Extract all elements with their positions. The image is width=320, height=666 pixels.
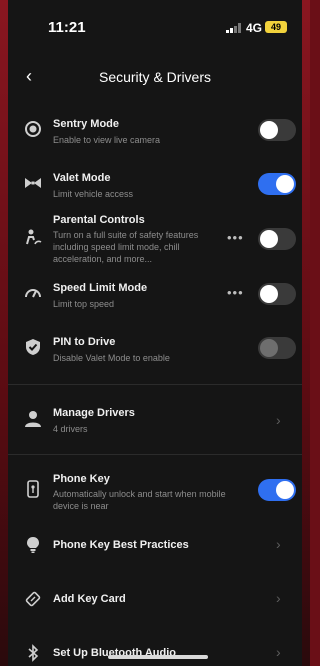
- link-phone-key-best-practices[interactable]: Phone Key Best Practices ›: [8, 534, 302, 558]
- setting-description: Disable Valet Mode to enable: [53, 353, 170, 363]
- network-label: 4G: [246, 21, 263, 35]
- setting-label: Parental Controls: [53, 214, 145, 226]
- link-bluetooth-audio[interactable]: Set Up Bluetooth Audio ›: [8, 642, 302, 666]
- speedometer-icon: [25, 289, 41, 298]
- shield-check-icon: [26, 339, 40, 355]
- key-card-icon: [25, 591, 41, 607]
- phone-key-toggle[interactable]: [258, 479, 296, 501]
- status-bar: 11:21 4G 49: [8, 0, 302, 50]
- valet-bowtie-icon: [25, 178, 41, 188]
- setting-description: Limit vehicle access: [53, 189, 134, 199]
- sentry-mode-toggle[interactable]: [258, 119, 296, 141]
- setting-valet-mode[interactable]: Valet Mode Limit vehicle access: [8, 170, 302, 206]
- setting-label: Speed Limit Mode: [53, 282, 148, 294]
- page-title: Security & Drivers: [98, 69, 212, 85]
- manage-drivers-row[interactable]: Manage Drivers 4 drivers ›: [8, 404, 302, 438]
- speed-limit-toggle[interactable]: [258, 283, 296, 305]
- divider: [8, 454, 302, 455]
- chevron-right-icon: ›: [276, 590, 281, 606]
- setting-parental-controls[interactable]: Parental Controls Turn on a full suite o…: [8, 212, 302, 270]
- setting-label: Phone Key: [53, 473, 110, 485]
- parental-icon: [26, 229, 42, 245]
- chevron-right-icon: ›: [276, 644, 281, 660]
- phone-key-icon: [27, 480, 39, 498]
- signal-icon: [226, 23, 241, 33]
- bluetooth-icon: [28, 644, 39, 662]
- link-label: Phone Key Best Practices: [53, 539, 189, 551]
- home-indicator: [108, 655, 208, 659]
- more-options-icon[interactable]: •••: [227, 285, 244, 300]
- setting-sentry-mode[interactable]: Sentry Mode Enable to view live camera: [8, 116, 302, 152]
- phone-screen: 11:21 4G 49 ‹ Security & Drivers Sentry …: [8, 0, 302, 666]
- setting-description: Enable to view live camera: [53, 135, 161, 145]
- pin-to-drive-toggle[interactable]: [258, 337, 296, 359]
- link-label: Add Key Card: [53, 593, 126, 605]
- more-options-icon[interactable]: •••: [227, 230, 244, 245]
- chevron-right-icon: ›: [276, 536, 281, 552]
- drivers-count: 4 drivers: [53, 424, 88, 434]
- setting-speed-limit[interactable]: Speed Limit Mode Limit top speed •••: [8, 280, 302, 316]
- setting-label: Manage Drivers: [53, 407, 135, 419]
- setting-label: PIN to Drive: [53, 336, 116, 348]
- setting-phone-key[interactable]: Phone Key Automatically unlock and start…: [8, 470, 302, 514]
- setting-label: Valet Mode: [53, 172, 111, 184]
- status-time: 11:21: [48, 19, 86, 36]
- battery-indicator: 49: [265, 21, 287, 33]
- link-add-key-card[interactable]: Add Key Card ›: [8, 588, 302, 612]
- setting-description: Automatically unlock and start when mobi…: [53, 489, 226, 511]
- parental-controls-toggle[interactable]: [258, 228, 296, 250]
- setting-pin-to-drive[interactable]: PIN to Drive Disable Valet Mode to enabl…: [8, 334, 302, 370]
- person-icon: [25, 411, 41, 427]
- setting-description: Turn on a full suite of safety features …: [53, 230, 199, 264]
- setting-label: Sentry Mode: [53, 118, 120, 130]
- sentry-icon: [25, 121, 41, 137]
- page-header: ‹ Security & Drivers: [8, 60, 302, 96]
- lightbulb-icon: [27, 537, 39, 553]
- chevron-right-icon: ›: [276, 412, 281, 428]
- divider: [8, 384, 302, 385]
- valet-mode-toggle[interactable]: [258, 173, 296, 195]
